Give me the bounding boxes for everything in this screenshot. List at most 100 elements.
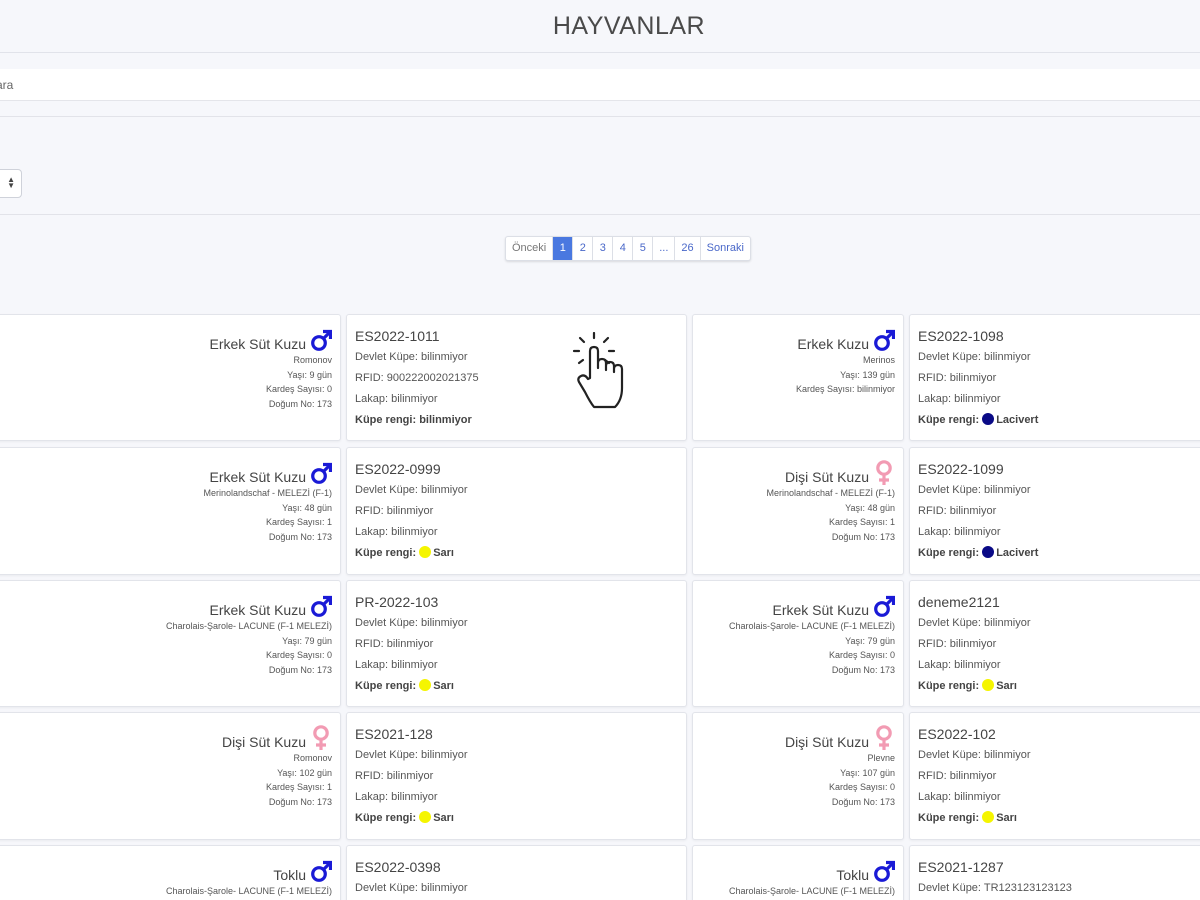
animal-type-label: Erkek Süt Kuzu [209,469,307,485]
birth-number: Doğum No: 173 [831,664,895,675]
government-ear-tag: Devlet Küpe: bilinmiyor [355,749,468,761]
search-bar [0,69,1200,101]
female-symbol-icon [876,460,892,485]
ear-tag-number: ES2022-0999 [355,461,441,477]
animal-type: Dişi Süt Kuzu [693,460,895,486]
color-name: bilinmiyor [419,414,472,426]
sibling-count: Kardeş Sayısı: 0 [265,650,332,660]
sibling-count: Kardeş Sayısı: bilinmiyor [795,384,895,394]
ear-tag-color: Küpe rengi: Lacivert [918,546,1039,559]
government-ear-tag: Devlet Küpe: bilinmiyor [918,617,1031,629]
ear-tag-color: Küpe rengi: Sarı [918,811,1017,824]
pagination-page[interactable]: 5 [633,237,654,260]
animal-type-label: Erkek Süt Kuzu [209,602,307,618]
animal-type: Toklu [693,858,895,884]
animal-card-summary[interactable]: Dişi Süt Kuzu Plevne Yaşı: 107 gün Kardeş S… [692,712,904,840]
pagination-page[interactable]: 4 [613,237,634,260]
hand-pointer-cursor-icon [572,332,624,409]
animal-type: Dişi Süt Kuzu [0,725,332,751]
birth-number: Doğum No: 173 [268,664,332,675]
animal-card-tag-info[interactable]: ES2022-1099 Devlet Küpe: bilinmiyor RFID: … [909,447,1200,575]
male-symbol-icon [311,329,332,351]
animal-card-summary[interactable]: Erkek Süt Kuzu Romonov Yaşı: 9 gün Kardeş S… [0,314,341,441]
male-symbol-icon [311,860,332,882]
animal-type: Erkek Süt Kuzu [693,593,895,619]
animal-card-tag-info[interactable]: ES2022-1011 Devlet Küpe: bilinmiyor RFID: … [346,314,687,441]
color-swatch [419,679,432,691]
rfid: RFID: bilinmiyor [918,770,997,782]
animal-breed: Plevne [867,753,895,763]
color-name: Lacivert [996,414,1039,426]
ear-tag-number: ES2022-0398 [355,859,441,875]
animal-type: Toklu [0,858,332,884]
animal-card-tag-info[interactable]: ES2022-0398 Devlet Küpe: bilinmiyor [346,845,687,900]
sibling-count: Kardeş Sayısı: 1 [265,782,332,792]
color-name: Sarı [433,812,454,824]
animal-card-tag-info[interactable]: ES2022-102 Devlet Küpe: bilinmiyor RFID: b… [909,712,1200,840]
color-name: Sarı [996,812,1017,824]
animal-breed: Merinolandschaf - MELEZİ (F-1) [766,488,895,498]
ear-tag-number: ES2022-1099 [918,461,1004,477]
animal-card-tag-info[interactable]: ES2022-0999 Devlet Küpe: bilinmiyor RFID: … [346,447,687,575]
color-swatch [419,546,432,558]
ear-tag-number: PR-2022-103 [355,594,439,610]
government-ear-tag: Devlet Küpe: bilinmiyor [918,749,1031,761]
animal-breed: Romonov [293,753,332,763]
ear-tag-color: Küpe rengi: Sarı [355,546,454,559]
animal-breed: Merinolandschaf - MELEZİ (F-1) [203,488,332,498]
animal-card-tag-info[interactable]: ES2021-1287 Devlet Küpe: TR123123123123 [909,845,1200,900]
animal-age: Yaşı: 79 gün [282,635,332,646]
birth-number: Doğum No: 173 [268,531,332,542]
animal-type-label: Erkek Süt Kuzu [209,336,307,352]
rfid: RFID: bilinmiyor [355,505,434,517]
ear-tag-number: ES2022-1098 [918,328,1004,344]
animal-card-summary[interactable]: Dişi Süt Kuzu Merinolandschaf - MELEZİ (F… [692,447,904,575]
pagination-page[interactable]: 26 [675,237,701,260]
animal-age: Yaşı: 79 gün [845,635,895,646]
nickname: Lakap: bilinmiyor [918,526,1001,538]
ear-tag-number: deneme2121 [918,594,1000,610]
color-name: Lacivert [996,547,1039,559]
animal-card-summary[interactable]: Erkek Süt Kuzu Merinolandschaf - MELEZİ (… [0,447,341,575]
rfid: RFID: bilinmiyor [918,638,997,650]
animal-card-tag-info[interactable]: ES2022-1098 Devlet Küpe: bilinmiyor RFID: … [909,314,1200,441]
animal-card-summary[interactable]: Erkek Süt Kuzu Charolais-Şarole- LACUNE (… [692,580,904,707]
government-ear-tag: Devlet Küpe: bilinmiyor [355,882,468,894]
pagination-page[interactable]: 1 [553,237,574,260]
animal-card-tag-info[interactable]: deneme2121 Devlet Küpe: bilinmiyor RFID: b… [909,580,1200,707]
animal-age: Yaşı: 48 gün [282,502,332,513]
nickname: Lakap: bilinmiyor [355,659,438,671]
pagination-previous[interactable]: Önceki [506,237,554,260]
male-symbol-icon [874,860,895,882]
rfid: RFID: bilinmiyor [918,505,997,517]
animal-breed: Romonov [293,355,332,365]
pagination-page[interactable]: 2 [573,237,594,260]
color-swatch [982,546,995,558]
sibling-count: Kardeş Sayısı: 1 [265,517,332,527]
filter-select[interactable]: ▲ ▼ [0,169,22,198]
animal-card-summary[interactable]: Erkek Süt Kuzu Charolais-Şarole- LACUNE (… [0,580,341,707]
animal-card-summary[interactable]: Toklu Charolais-Şarole- LACUNE (F-1 MELEZ… [692,845,904,900]
sibling-count: Kardeş Sayısı: 0 [828,782,895,792]
animal-card-summary[interactable]: Dişi Süt Kuzu Romonov Yaşı: 102 gün Kardeş … [0,712,341,840]
pagination: Önceki 1 2 3 4 5... 26 Sonraki [505,236,751,261]
animal-breed: Charolais-Şarole- LACUNE (F-1 MELEZİ) [728,886,895,896]
nickname: Lakap: bilinmiyor [355,526,438,538]
pagination-next[interactable]: Sonraki [701,237,750,260]
animal-type: Dişi Süt Kuzu [693,725,895,751]
filter-section: ▲ ▼ [0,116,1200,215]
color-swatch [982,811,995,823]
pagination-page[interactable]: 3 [593,237,614,260]
pagination-ellipsis[interactable]: ... [653,237,676,260]
animal-card-tag-info[interactable]: ES2021-128 Devlet Küpe: bilinmiyor RFID: b… [346,712,687,840]
animal-type: Erkek Süt Kuzu [0,460,332,486]
ear-tag-color: Küpe rengi: Sarı [355,811,454,824]
male-symbol-icon [311,595,332,617]
animal-type: Erkek Kuzu [693,327,895,353]
animal-card-summary[interactable]: Toklu Charolais-Şarole- LACUNE (F-1 MELEZ… [0,845,341,900]
search-input[interactable] [0,69,1200,101]
government-ear-tag: Devlet Küpe: bilinmiyor [918,351,1031,363]
animal-type-label: Toklu [836,867,869,883]
animal-card-tag-info[interactable]: PR-2022-103 Devlet Küpe: bilinmiyor RFID: … [346,580,687,707]
animal-card-summary[interactable]: Erkek Kuzu Merinos Yaşı: 139 gün Kardeş Say… [692,314,904,441]
